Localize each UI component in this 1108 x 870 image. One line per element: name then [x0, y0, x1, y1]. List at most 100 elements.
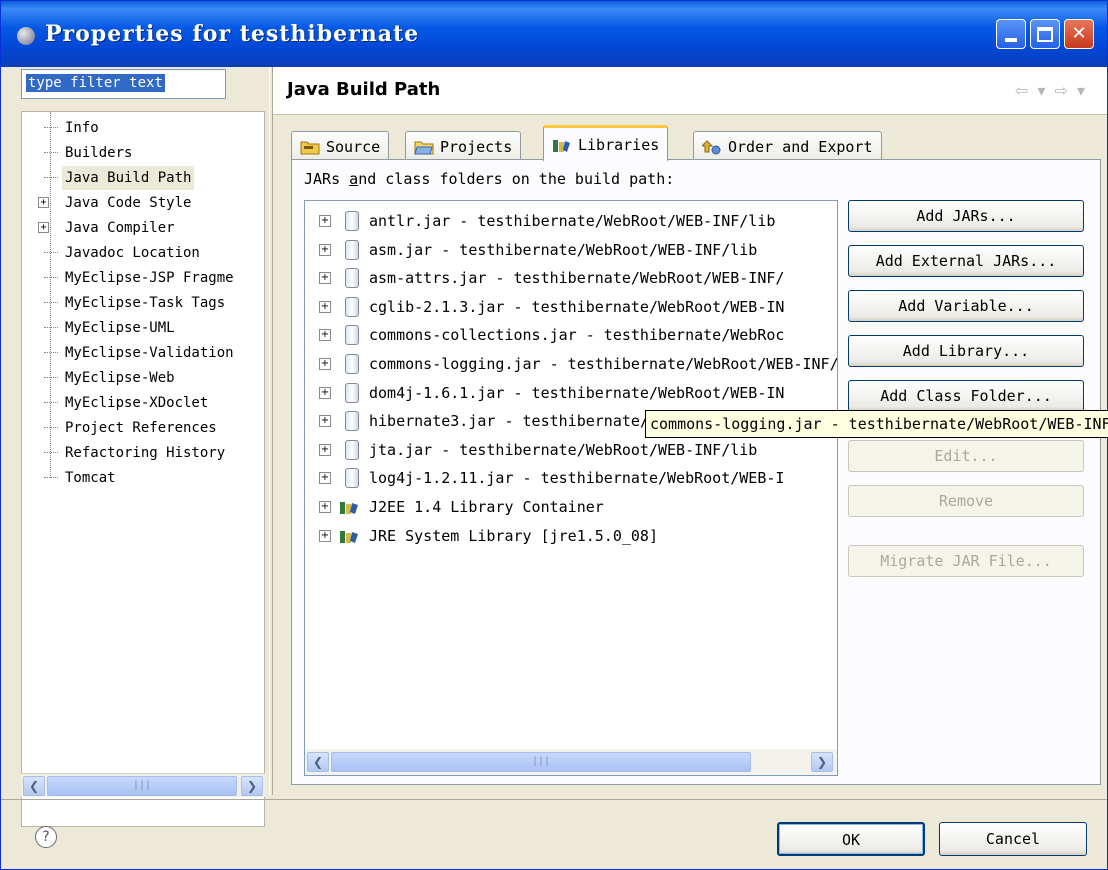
expand-icon[interactable]: +	[319, 443, 331, 456]
jar-icon	[345, 296, 359, 317]
title-bar[interactable]: Properties for testhibernate ✕	[1, 1, 1107, 67]
expand-icon[interactable]: +	[319, 415, 331, 428]
tree-connector	[44, 452, 58, 453]
tree-item-label: Java Code Style	[65, 195, 192, 211]
list-item[interactable]: + jta.jar - testhibernate/WebRoot/WEB-INF…	[305, 436, 835, 464]
tree-connector	[44, 402, 58, 403]
entry-label: antlr.jar - testhibernate/WebRoot/WEB-IN…	[369, 212, 776, 230]
list-item[interactable]: + JRE System Library [jre1.5.0_08]	[305, 522, 835, 550]
list-item[interactable]: + asm-attrs.jar - testhibernate/WebRoot/W…	[305, 264, 835, 292]
build-path-tabs: Source Projects Libraries Order and Expo…	[291, 123, 1101, 163]
scroll-right-icon[interactable]: ❯	[811, 752, 833, 772]
library-icon	[340, 530, 358, 543]
preference-navigator: type filter text Info Builders Java Build …	[13, 59, 265, 827]
list-item[interactable]: + cglib-2.1.3.jar - testhibernate/WebRoot…	[305, 293, 835, 321]
list-item[interactable]: + dom4j-1.6.1.jar - testhibernate/WebRoot…	[305, 379, 835, 407]
jar-icon	[345, 411, 359, 432]
tab-projects[interactable]: Projects	[405, 131, 522, 161]
list-horizontal-scrollbar[interactable]: ❮ ||| ❯	[305, 749, 837, 775]
add-external-jars-button[interactable]: Add External JARs...	[848, 245, 1084, 277]
scroll-thumb[interactable]: |||	[47, 776, 237, 796]
tree-connector	[44, 327, 58, 328]
tab-label: Libraries	[578, 135, 660, 154]
expand-icon[interactable]: +	[319, 472, 331, 485]
add-jars-button[interactable]: Add JARs...	[848, 200, 1084, 232]
expand-icon[interactable]: +	[319, 300, 331, 313]
help-icon[interactable]: ?	[35, 826, 57, 848]
expand-icon[interactable]: +	[319, 329, 331, 342]
entry-label: asm.jar - testhibernate/WebRoot/WEB-INF/…	[369, 240, 758, 259]
scroll-right-icon[interactable]: ❯	[241, 776, 263, 796]
minimize-icon	[1005, 38, 1017, 42]
forward-arrow-icon[interactable]: ⇨	[1054, 81, 1069, 100]
entry-label: log4j-1.2.11.jar - testhibernate/WebRoot…	[369, 469, 785, 488]
scroll-left-icon[interactable]: ❮	[23, 776, 45, 796]
list-item[interactable]: + log4j-1.2.11.jar - testhibernate/WebRoo…	[305, 464, 835, 492]
tree-item-label: MyEclipse-XDoclet	[65, 395, 209, 411]
migrate-jar-file-button[interactable]: Migrate JAR File...	[848, 545, 1084, 577]
filter-input[interactable]: type filter text	[21, 69, 226, 99]
back-arrow-icon[interactable]: ⇦	[1015, 81, 1030, 100]
entry-tooltip: commons-logging.jar - testhibernate/WebR…	[645, 410, 1108, 438]
scroll-left-icon[interactable]: ❮	[307, 752, 329, 772]
page-header: Java Build Path ⇦ ▾ ⇨ ▾	[273, 67, 1107, 115]
expand-icon[interactable]: +	[38, 197, 49, 208]
eclipse-icon	[17, 27, 35, 45]
build-path-entries-list[interactable]: + antlr.jar - testhibernate/WebRoot/WEB-I…	[304, 200, 838, 776]
list-caption: JARs and class folders on the build path…	[304, 170, 675, 188]
close-button[interactable]: ✕	[1064, 19, 1094, 49]
expand-icon[interactable]: +	[319, 215, 331, 227]
list-item[interactable]: + commons-collections.jar - testhibernate…	[305, 321, 835, 349]
tree-horizontal-scrollbar[interactable]: ❮ ||| ❯	[21, 773, 265, 797]
list-item[interactable]: + antlr.jar - testhibernate/WebRoot/WEB-I…	[305, 207, 835, 235]
tree-item-label: Project References	[65, 420, 217, 436]
jar-icon	[345, 211, 359, 231]
tree-item-label: Info	[65, 120, 99, 136]
tab-source[interactable]: Source	[291, 131, 390, 161]
maximize-icon	[1037, 26, 1053, 42]
expand-icon[interactable]: +	[319, 358, 331, 370]
add-variable-button[interactable]: Add Variable...	[848, 290, 1084, 322]
preference-tree: Info Builders Java Build Path + Java Code St…	[21, 111, 265, 827]
tree-connector	[44, 177, 58, 178]
libraries-tab-panel: JARs and class folders on the build path…	[291, 159, 1101, 785]
tab-order-and-export[interactable]: Order and Export	[693, 131, 882, 161]
minimize-button[interactable]	[996, 19, 1026, 49]
tree-item-label: MyEclipse-Web	[65, 370, 175, 386]
expand-icon[interactable]: +	[319, 386, 331, 399]
tree-connector	[44, 427, 58, 428]
tree-item-label: MyEclipse-Validation	[65, 345, 234, 361]
jar-icon	[345, 239, 359, 260]
tree-connector	[44, 127, 58, 128]
expand-icon[interactable]: +	[319, 501, 331, 513]
add-class-folder-button[interactable]: Add Class Folder...	[848, 380, 1084, 412]
maximize-button[interactable]	[1030, 19, 1060, 49]
edit-button[interactable]: Edit...	[848, 440, 1084, 472]
window-title: Properties for testhibernate	[45, 21, 420, 47]
entry-label: JRE System Library [jre1.5.0_08]	[369, 526, 658, 545]
list-item[interactable]: + asm.jar - testhibernate/WebRoot/WEB-INF…	[305, 236, 835, 264]
tab-label: Source	[326, 137, 381, 156]
tree-item-label: Java Compiler	[65, 220, 175, 236]
scroll-thumb[interactable]: |||	[331, 752, 751, 772]
list-item[interactable]: + J2EE 1.4 Library Container	[305, 493, 835, 521]
expand-icon[interactable]: +	[319, 529, 331, 542]
remove-button[interactable]: Remove	[848, 485, 1084, 517]
tree-connector	[44, 377, 58, 378]
cancel-button[interactable]: Cancel	[939, 822, 1087, 856]
add-library-button[interactable]: Add Library...	[848, 335, 1084, 367]
ok-button[interactable]: OK	[777, 822, 925, 856]
expand-icon[interactable]: +	[38, 222, 49, 233]
entry-label: commons-collections.jar - testhibernate/…	[369, 326, 785, 345]
expand-icon[interactable]: +	[319, 272, 331, 285]
entry-label: commons-logging.jar - testhibernate/WebR…	[369, 355, 838, 373]
expand-icon[interactable]: +	[319, 243, 331, 256]
library-icon	[340, 502, 358, 514]
tab-libraries[interactable]: Libraries	[543, 125, 669, 161]
tree-item-label: Java Build Path	[62, 166, 195, 190]
entry-label: J2EE 1.4 Library Container	[369, 498, 604, 516]
page-title: Java Build Path	[287, 79, 441, 100]
list-item[interactable]: + commons-logging.jar - testhibernate/Web…	[305, 350, 838, 378]
history-navigation: ⇦ ▾ ⇨ ▾	[1014, 81, 1087, 100]
entry-label: jta.jar - testhibernate/WebRoot/WEB-INF/…	[369, 440, 758, 459]
